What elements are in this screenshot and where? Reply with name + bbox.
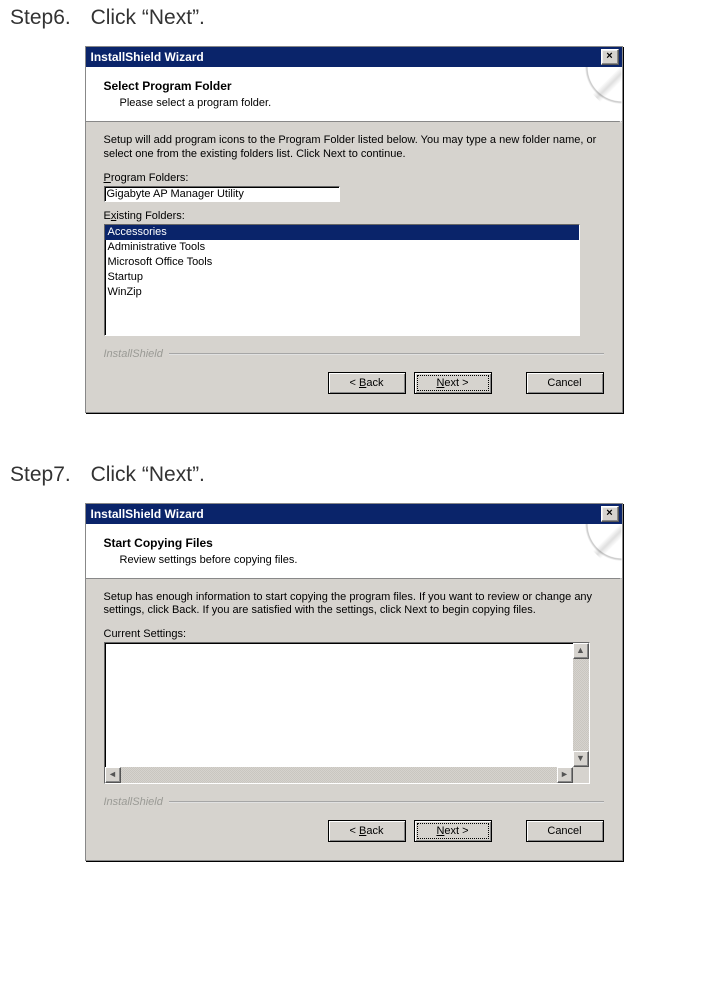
separator-line [169, 353, 604, 355]
close-icon[interactable]: × [601, 49, 619, 65]
scroll-corner [573, 767, 589, 783]
next-button[interactable]: Next > [414, 820, 492, 842]
back-button[interactable]: < Back [328, 372, 406, 394]
back-button[interactable]: < Back [328, 820, 406, 842]
brand-text: InstallShield [104, 796, 163, 808]
step6-number: Step6. [10, 6, 71, 29]
scroll-down-icon[interactable]: ▼ [573, 751, 589, 767]
step7-dialog: InstallShield Wizard × Start Copying Fil… [85, 503, 623, 862]
current-settings-label: Current Settings: [104, 628, 604, 640]
cancel-button[interactable]: Cancel [526, 372, 604, 394]
window-title: InstallShield Wizard [89, 507, 204, 521]
button-row: < Back Next > Cancel [86, 360, 622, 412]
footer-separator: InstallShield [86, 796, 622, 808]
footer-separator: InstallShield [86, 348, 622, 360]
step6-text: Click “Next”. [91, 6, 205, 29]
current-settings-box[interactable]: ▲ ▼ ◄ ► [104, 642, 590, 784]
existing-folders-label: Existing Folders: [104, 210, 604, 222]
page-curl-decoration [566, 524, 622, 580]
instruction-text: Setup will add program icons to the Prog… [104, 134, 604, 162]
body-panel: Setup has enough information to start co… [86, 579, 622, 791]
step7-number: Step7. [10, 463, 71, 486]
close-icon[interactable]: × [601, 506, 619, 522]
header-panel: Start Copying Files Review settings befo… [86, 524, 622, 579]
titlebar: InstallShield Wizard × [86, 47, 622, 67]
existing-folders-listbox[interactable]: AccessoriesAdministrative ToolsMicrosoft… [104, 224, 580, 336]
titlebar: InstallShield Wizard × [86, 504, 622, 524]
button-row: < Back Next > Cancel [86, 808, 622, 860]
separator-line [169, 801, 604, 803]
step7-caption: Step7. Click “Next”. [10, 463, 697, 487]
list-item[interactable]: Startup [105, 270, 579, 285]
scroll-up-icon[interactable]: ▲ [573, 643, 589, 659]
step6-dialog: InstallShield Wizard × Select Program Fo… [85, 46, 623, 413]
panel-title: Select Program Folder [104, 79, 608, 93]
button-spacer [500, 372, 518, 394]
button-spacer [500, 820, 518, 842]
brand-text: InstallShield [104, 348, 163, 360]
panel-title: Start Copying Files [104, 536, 608, 550]
window-title: InstallShield Wizard [89, 50, 204, 64]
panel-subtitle: Review settings before copying files. [120, 554, 608, 566]
vertical-scrollbar[interactable]: ▲ ▼ [573, 643, 589, 767]
program-folders-label: Program Folders: [104, 172, 604, 184]
cancel-button[interactable]: Cancel [526, 820, 604, 842]
body-panel: Setup will add program icons to the Prog… [86, 122, 622, 342]
instruction-text: Setup has enough information to start co… [104, 591, 604, 619]
horizontal-scrollbar[interactable]: ◄ ► [105, 767, 573, 783]
step7-text: Click “Next”. [91, 463, 205, 486]
scroll-track-v[interactable] [573, 659, 589, 751]
panel-subtitle: Please select a program folder. [120, 97, 608, 109]
list-item[interactable]: WinZip [105, 285, 579, 300]
next-button[interactable]: Next > [414, 372, 492, 394]
page-curl-decoration [566, 67, 622, 123]
scroll-right-icon[interactable]: ► [557, 767, 573, 783]
list-item[interactable]: Administrative Tools [105, 240, 579, 255]
list-item[interactable]: Microsoft Office Tools [105, 255, 579, 270]
scroll-left-icon[interactable]: ◄ [105, 767, 121, 783]
program-folder-input[interactable] [104, 186, 340, 202]
list-item[interactable]: Accessories [105, 225, 579, 240]
header-panel: Select Program Folder Please select a pr… [86, 67, 622, 122]
step6-caption: Step6. Click “Next”. [10, 6, 697, 30]
scroll-track-h[interactable] [121, 767, 557, 783]
